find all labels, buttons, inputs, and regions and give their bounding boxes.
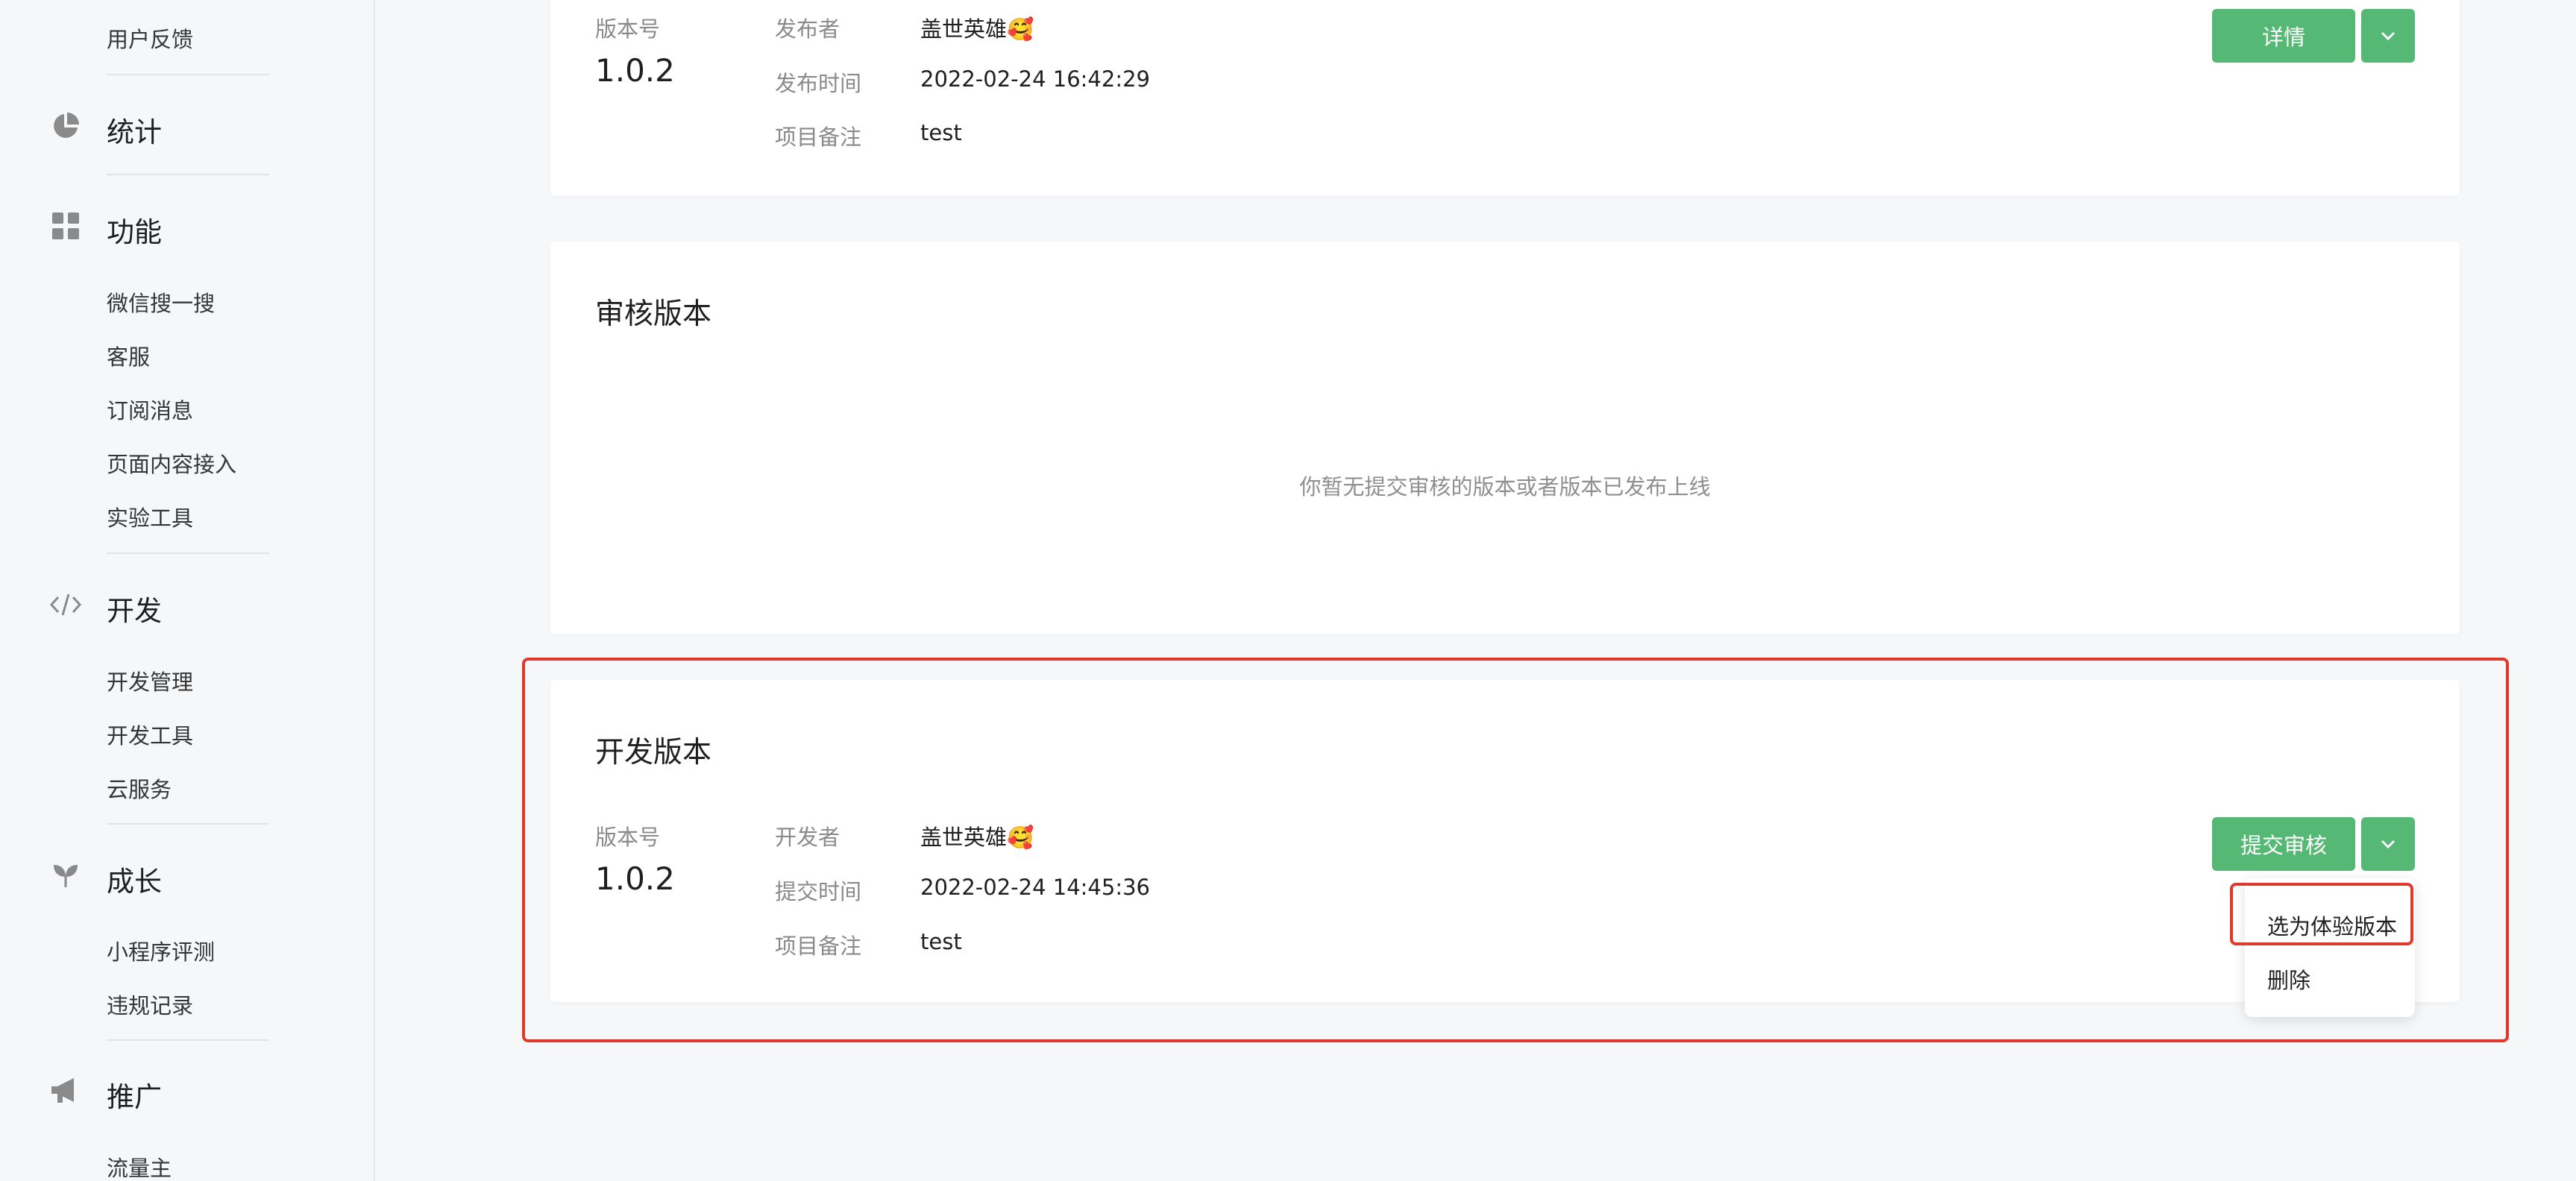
megaphone-icon <box>49 1074 82 1107</box>
dev-more-button[interactable] <box>2361 817 2415 871</box>
sidebar-divider <box>107 1039 269 1041</box>
sidebar-item-customer-service[interactable]: 客服 <box>107 340 150 371</box>
detail-button[interactable]: 详情 <box>2212 9 2355 63</box>
version-number: 1.0.2 <box>595 860 675 897</box>
sidebar-item-wechat-search[interactable]: 微信搜一搜 <box>107 286 215 318</box>
publisher-label: 发布者 <box>775 16 841 42</box>
chevron-down-icon <box>2381 31 2396 41</box>
sidebar-item-violations[interactable]: 违规记录 <box>107 989 193 1020</box>
sidebar-divider <box>107 552 269 554</box>
publish-time: 2022-02-24 16:42:29 <box>920 66 1150 92</box>
submit-time: 2022-02-24 14:45:36 <box>920 875 1150 900</box>
sidebar-item-traffic-master[interactable]: 流量主 <box>107 1151 172 1181</box>
version-label: 版本号 <box>595 825 661 850</box>
publisher-name: 盖世英雄🥰 <box>920 16 1034 42</box>
dev-more-menu: 选为体验版本 删除 <box>2245 878 2415 1017</box>
sidebar-section-growth[interactable]: 成长 <box>107 859 162 899</box>
sidebar-item-feedback[interactable]: 用户反馈 <box>107 22 193 54</box>
note-label: 项目备注 <box>775 125 862 150</box>
release-more-button[interactable] <box>2361 9 2415 63</box>
sidebar-item-subscribe-message[interactable]: 订阅消息 <box>107 394 193 425</box>
developer-name: 盖世英雄🥰 <box>920 825 1034 850</box>
submit-review-button[interactable]: 提交审核 <box>2212 817 2355 871</box>
sidebar-item-dev-tools[interactable]: 开发工具 <box>107 719 193 750</box>
sidebar-item-evaluation[interactable]: 小程序评测 <box>107 935 215 966</box>
sidebar-item-page-content[interactable]: 页面内容接入 <box>107 447 236 479</box>
sidebar-divider <box>107 174 269 175</box>
sprout-icon <box>49 859 82 892</box>
sidebar-divider <box>107 74 269 75</box>
developer-label: 开发者 <box>775 825 841 850</box>
release-version-card: 版本号 1.0.2 发布者 盖世英雄🥰 发布时间 2022-02-24 16:4… <box>550 0 2460 196</box>
sidebar-section-features[interactable]: 功能 <box>107 210 162 250</box>
version-label: 版本号 <box>595 16 661 42</box>
sidebar-section-stats[interactable]: 统计 <box>107 110 162 150</box>
sidebar: 用户反馈 统计 功能 微信搜一搜 客服 订阅消息 页面内容接入 实验工具 开发 … <box>0 0 375 1181</box>
submit-time-label: 提交时间 <box>775 879 862 904</box>
sidebar-section-dev[interactable]: 开发 <box>107 588 162 629</box>
pie-chart-icon <box>49 110 82 142</box>
chevron-down-icon <box>2381 840 2396 849</box>
menu-item-set-trial-version[interactable]: 选为体验版本 <box>2267 910 2397 941</box>
sidebar-divider <box>107 823 269 825</box>
note-label: 项目备注 <box>775 933 862 959</box>
note-value: test <box>920 929 962 954</box>
review-empty-text: 你暂无提交审核的版本或者版本已发布上线 <box>1299 474 1711 500</box>
grid-icon <box>49 210 82 242</box>
review-version-card: 审核版本 你暂无提交审核的版本或者版本已发布上线 <box>550 242 2460 634</box>
publish-time-label: 发布时间 <box>775 71 862 96</box>
sidebar-item-lab-tools[interactable]: 实验工具 <box>107 501 193 532</box>
dev-version-card: 开发版本 版本号 1.0.2 开发者 盖世英雄🥰 提交时间 2022-02-24… <box>550 680 2460 1002</box>
dev-title: 开发版本 <box>595 736 712 769</box>
sidebar-item-dev-manage[interactable]: 开发管理 <box>107 665 193 696</box>
menu-item-delete[interactable]: 删除 <box>2267 963 2310 995</box>
sidebar-section-promotion[interactable]: 推广 <box>107 1074 162 1115</box>
sidebar-item-cloud-service[interactable]: 云服务 <box>107 772 172 804</box>
note-value: test <box>920 120 962 145</box>
review-title: 审核版本 <box>595 297 712 331</box>
version-number: 1.0.2 <box>595 52 675 89</box>
code-icon <box>49 588 82 621</box>
